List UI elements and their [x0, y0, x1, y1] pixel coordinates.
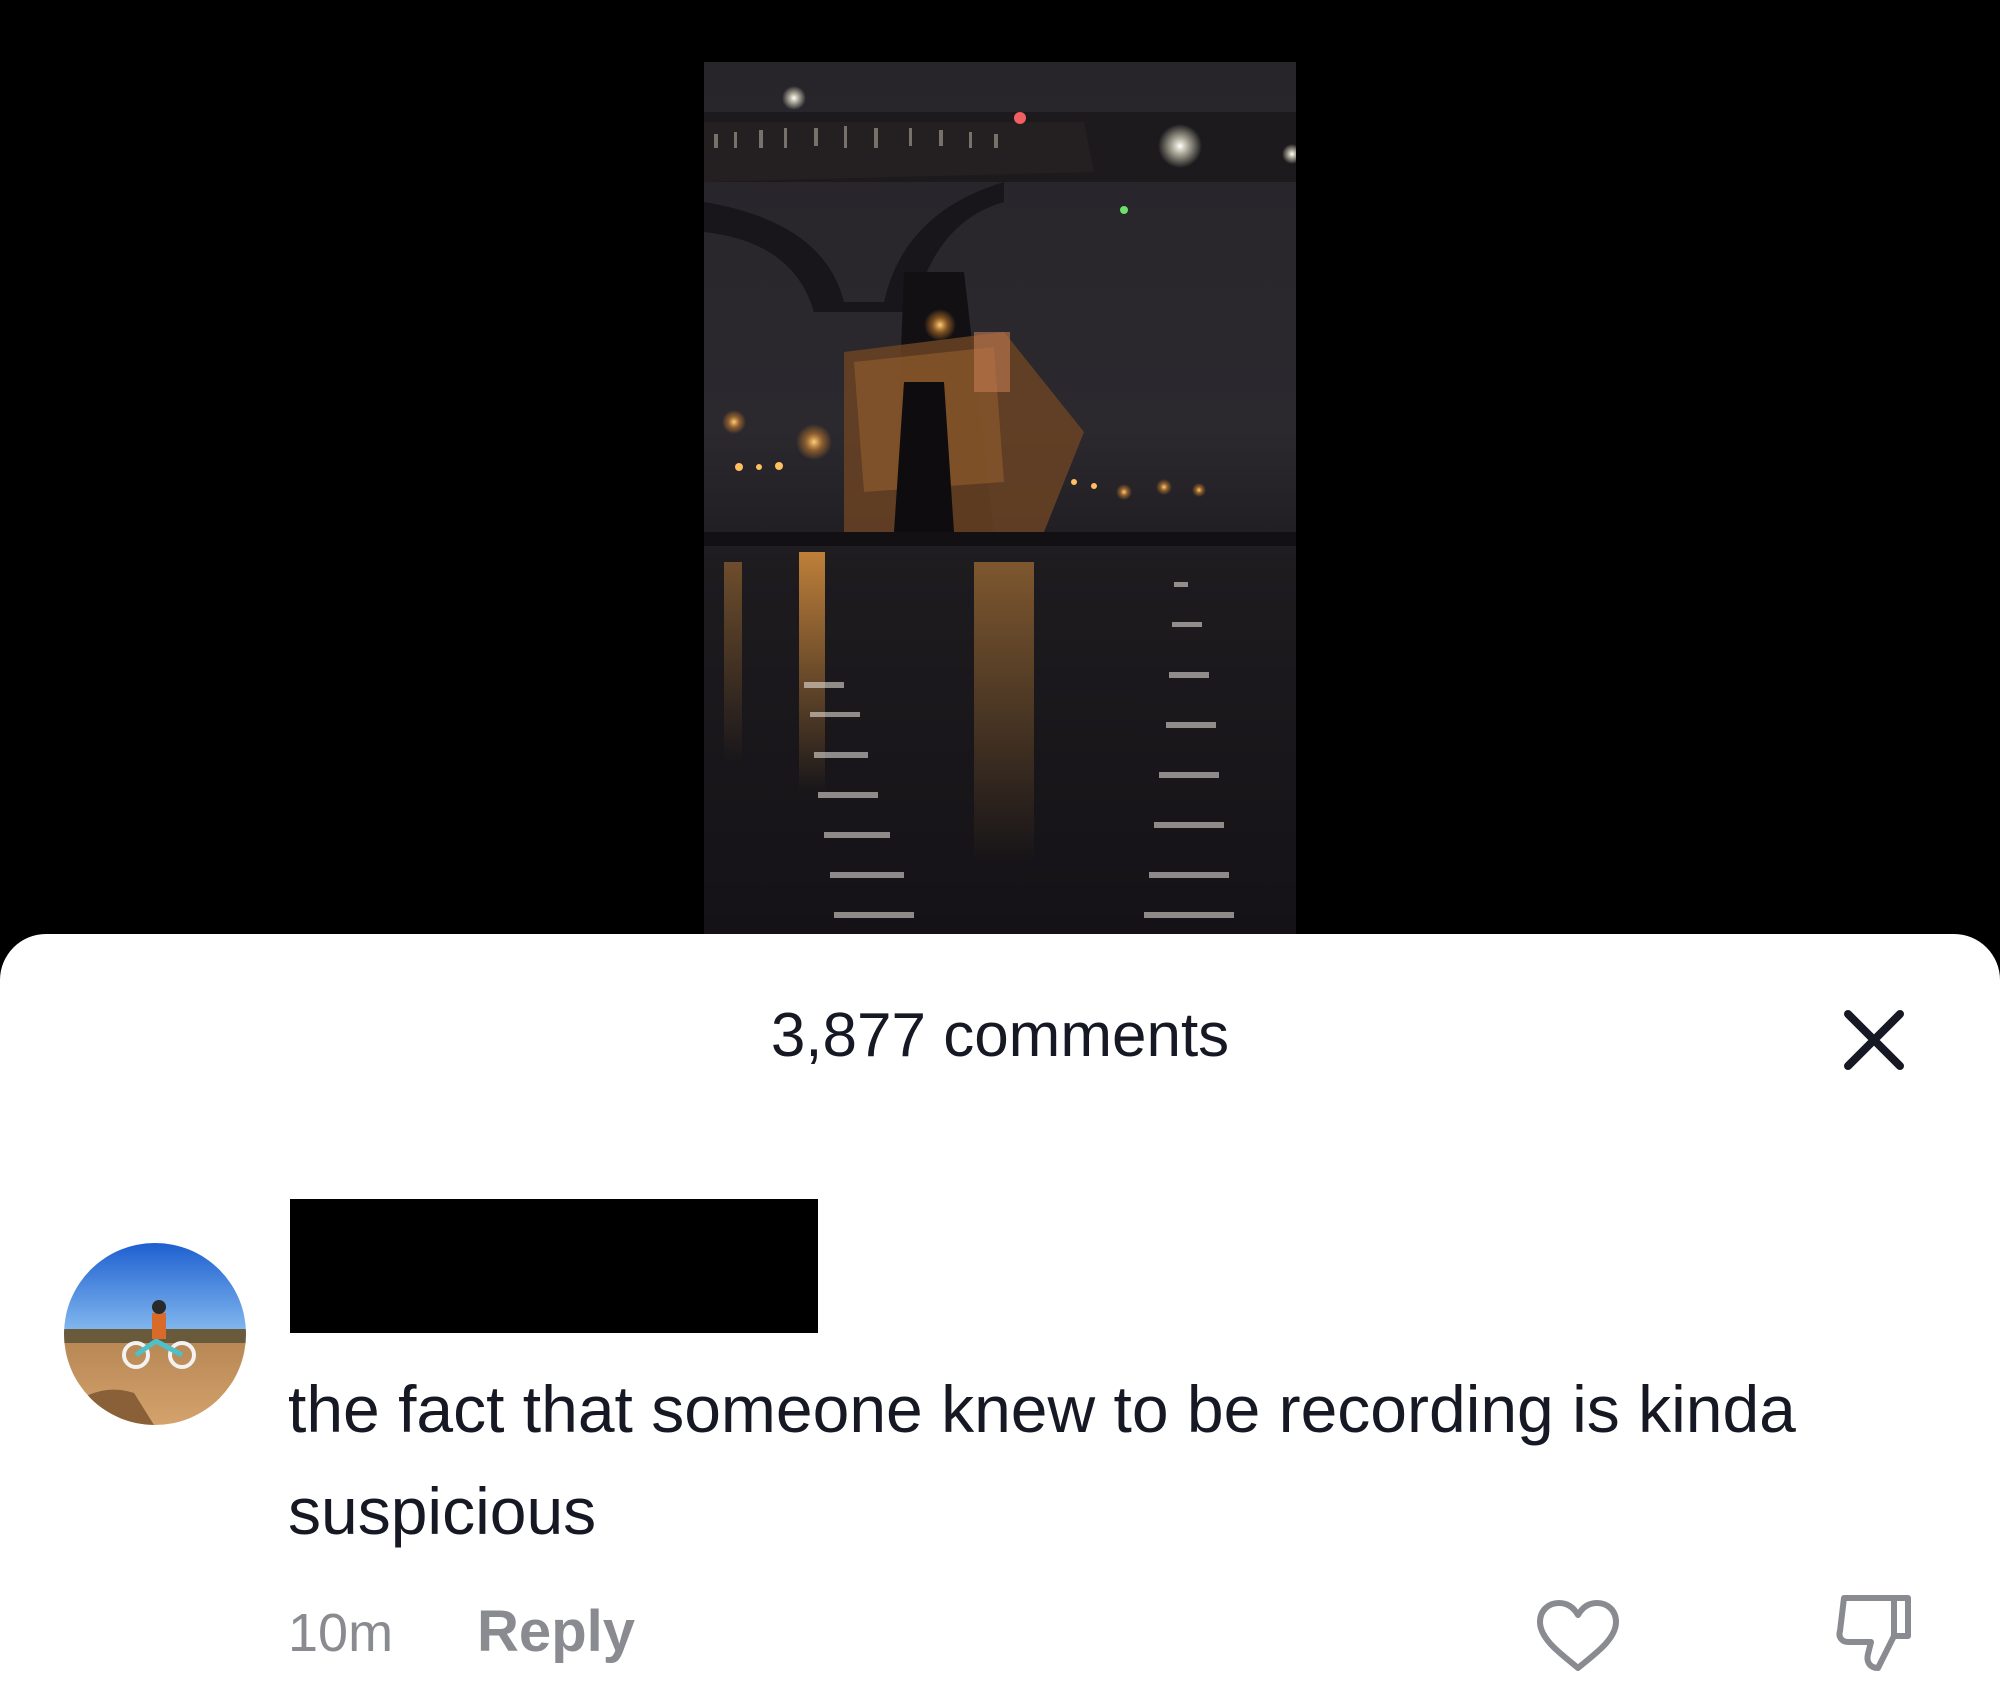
reply-button[interactable]: Reply	[477, 1598, 635, 1665]
video-still	[704, 86, 1296, 918]
username-redacted	[290, 1199, 818, 1333]
comment-timestamp: 10m	[288, 1603, 394, 1663]
thumbs-down-icon	[1836, 1595, 1911, 1671]
close-button[interactable]	[1836, 1002, 1912, 1078]
dislike-button[interactable]	[1834, 1592, 1914, 1674]
like-button[interactable]	[1534, 1598, 1622, 1674]
comment-meta: 10m Reply	[288, 1598, 635, 1668]
video-area[interactable]	[0, 0, 2000, 940]
avatar[interactable]	[64, 1243, 246, 1425]
close-icon	[1844, 1010, 1904, 1070]
video-frame[interactable]	[704, 62, 1296, 940]
avatar-image	[64, 1243, 246, 1425]
comment-count-title: 3,877 comments	[770, 1001, 1230, 1070]
comment-text: the fact that someone knew to be recordi…	[288, 1372, 1796, 1548]
heart-icon	[1537, 1600, 1619, 1671]
